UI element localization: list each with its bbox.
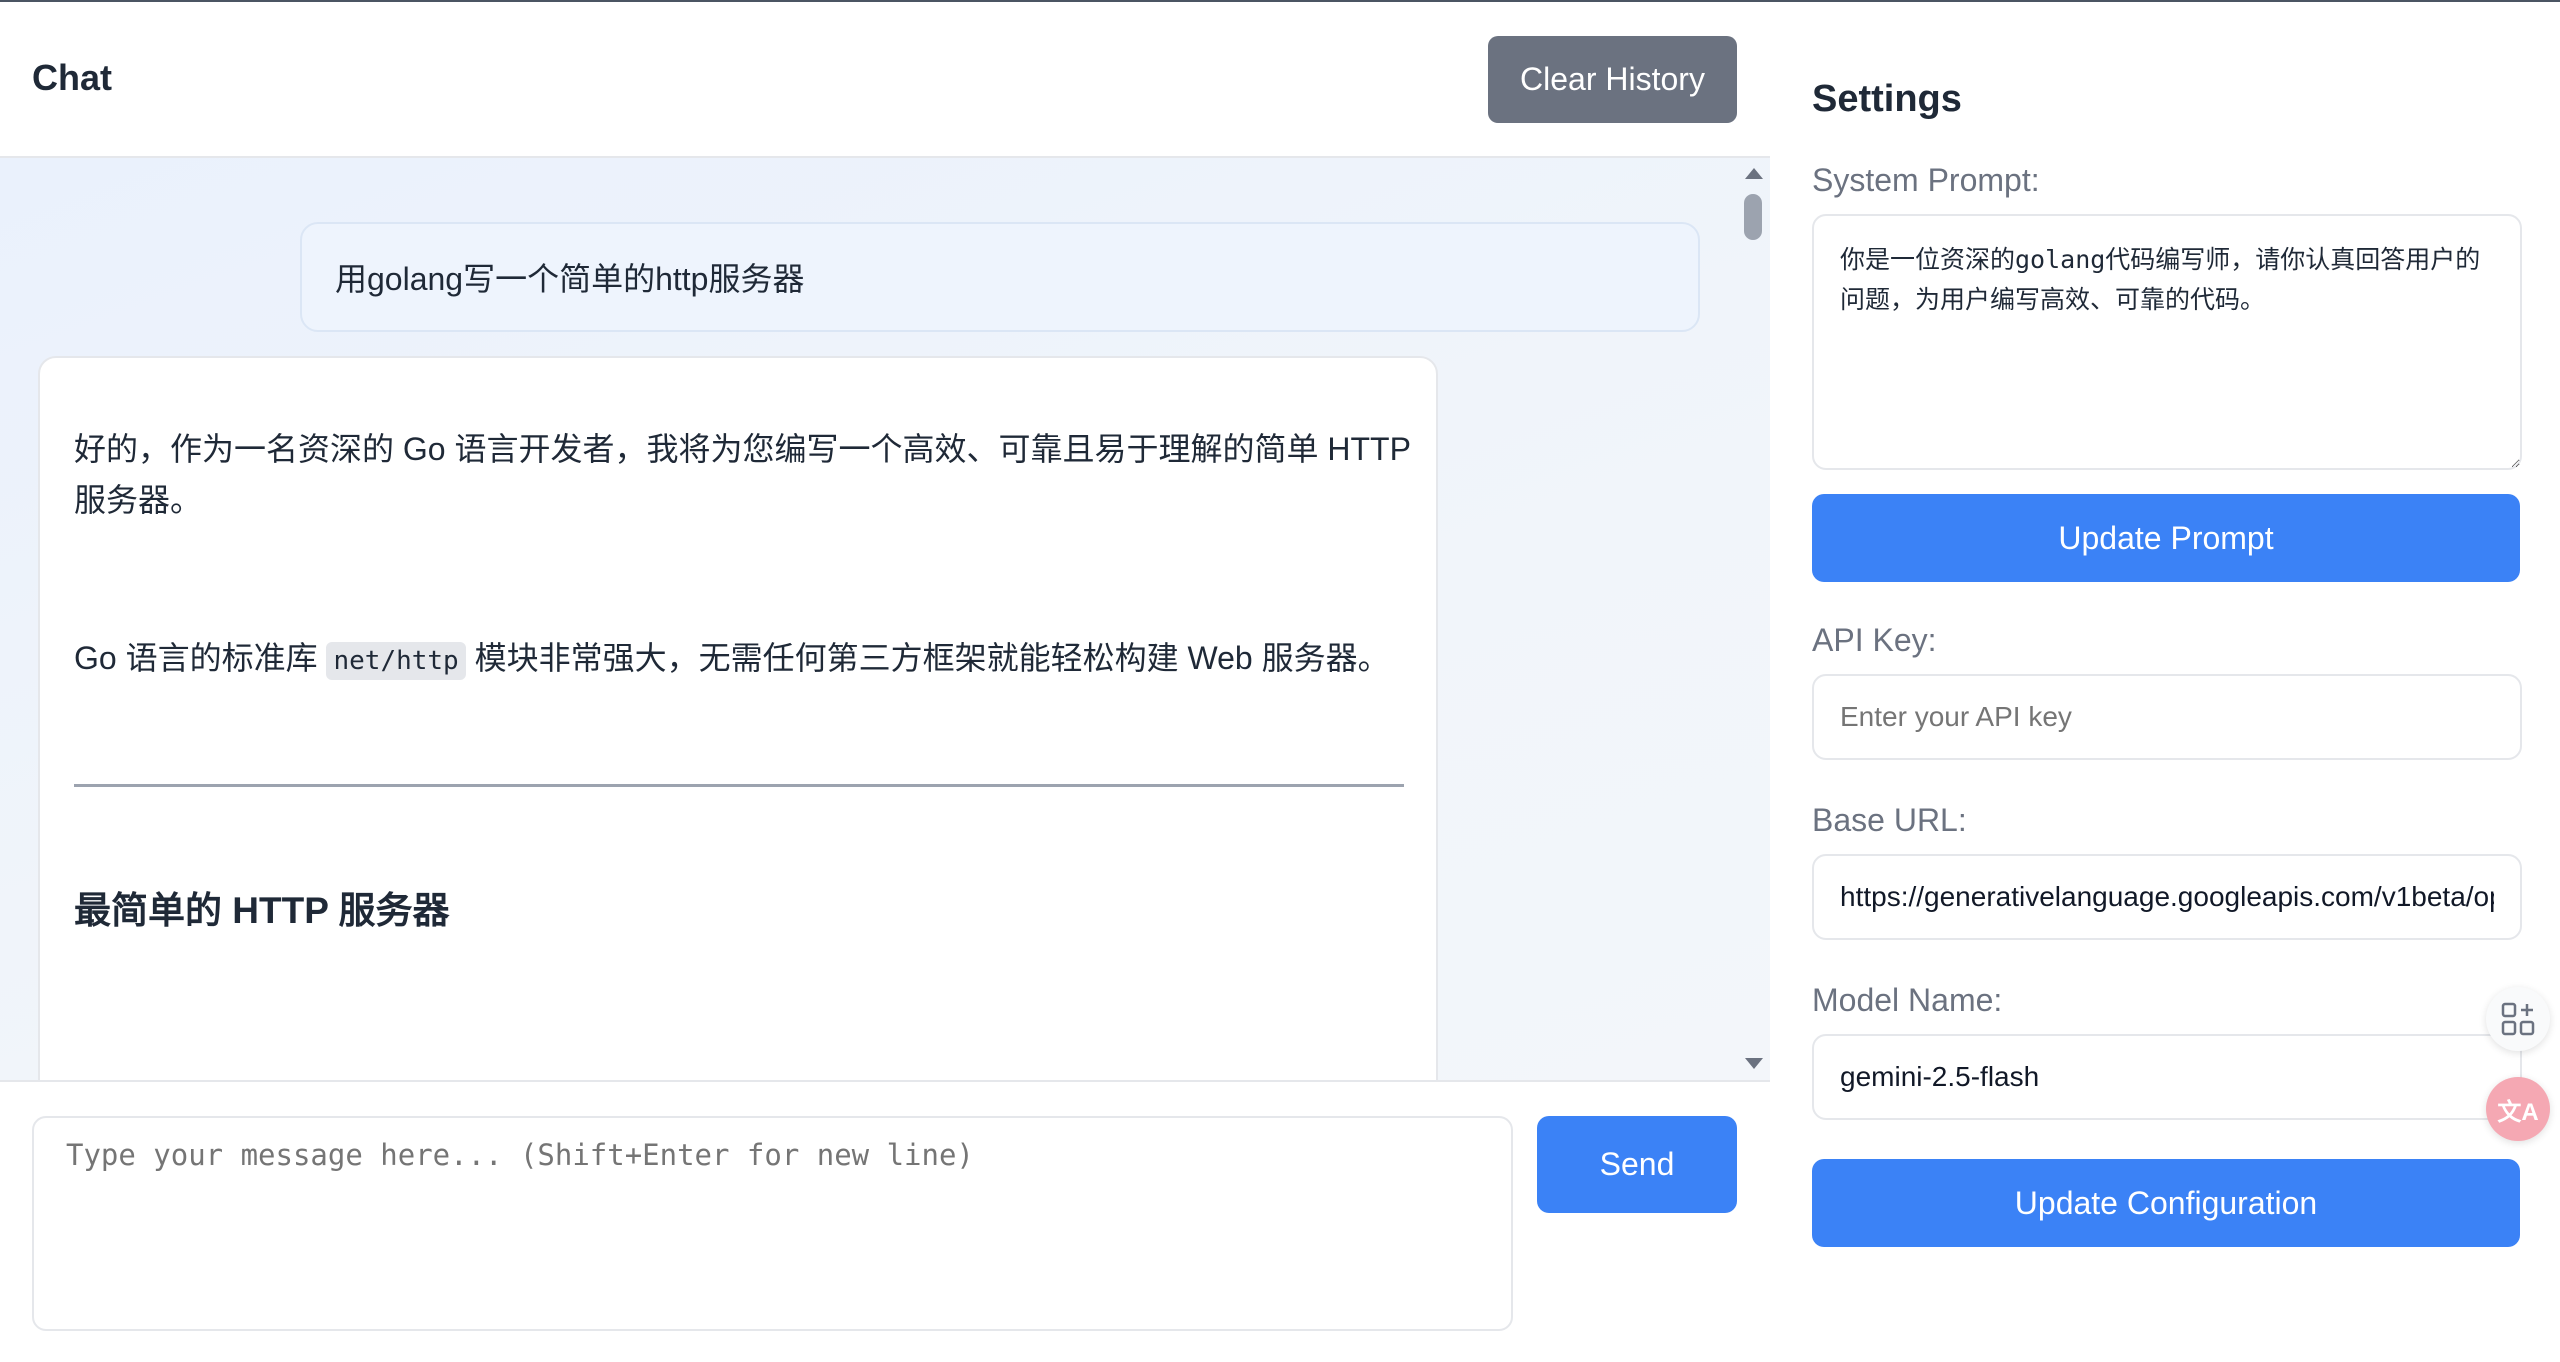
api-key-input[interactable] bbox=[1812, 674, 2522, 760]
update-prompt-button[interactable]: Update Prompt bbox=[1812, 494, 2520, 582]
assistant-paragraph: Go 语言的标准库 net/http 模块非常强大，无需任何第三方框架就能轻松构… bbox=[74, 633, 1414, 687]
assistant-paragraph: 好的，作为一名资深的 Go 语言开发者，我将为您编写一个高效、可靠且易于理解的简… bbox=[74, 431, 1411, 518]
user-message-text: 用golang写一个简单的http服务器 bbox=[335, 261, 805, 297]
base-url-input[interactable] bbox=[1812, 854, 2522, 940]
horizontal-rule bbox=[74, 784, 1404, 787]
assistant-text: 模块非常强大，无需任何第三方框架就能轻松构建 Web 服务器。 bbox=[465, 640, 1390, 676]
system-prompt-textarea[interactable]: 你是一位资深的golang代码编写师，请你认真回答用户的问题，为用户编写高效、可… bbox=[1812, 214, 2522, 470]
chat-input-area: Send bbox=[0, 1080, 1770, 1362]
apps-plus-icon[interactable] bbox=[2486, 987, 2550, 1051]
assistant-message: 好的，作为一名资深的 Go 语言开发者，我将为您编写一个高效、可靠且易于理解的简… bbox=[38, 356, 1438, 1080]
assistant-heading: 最简单的 HTTP 服务器 bbox=[74, 890, 450, 931]
clear-history-button[interactable]: Clear History bbox=[1488, 36, 1737, 123]
assistant-text: Go 语言的标准库 bbox=[74, 640, 327, 676]
chat-panel: Chat Clear History 用golang写一个简单的http服务器 … bbox=[0, 2, 1770, 1362]
model-name-input[interactable] bbox=[1812, 1034, 2522, 1120]
settings-panel: Settings System Prompt: 你是一位资深的golang代码编… bbox=[1772, 2, 2560, 1362]
system-prompt-label: System Prompt: bbox=[1812, 162, 2040, 198]
scroll-up-arrow-icon[interactable] bbox=[1745, 168, 1763, 179]
messages-scrollbar[interactable] bbox=[1736, 158, 1770, 1080]
base-url-label: Base URL: bbox=[1812, 802, 1967, 838]
translate-glyph: 文A bbox=[2497, 1098, 2539, 1126]
message-input[interactable] bbox=[32, 1116, 1513, 1331]
chat-header: Chat Clear History bbox=[0, 2, 1770, 158]
scroll-down-arrow-icon[interactable] bbox=[1745, 1058, 1763, 1069]
user-message: 用golang写一个简单的http服务器 bbox=[300, 222, 1700, 332]
apps-plus-icon-glyph bbox=[2501, 1002, 2535, 1036]
scrollbar-thumb[interactable] bbox=[1744, 194, 1762, 240]
send-button[interactable]: Send bbox=[1537, 1116, 1737, 1213]
model-name-label: Model Name: bbox=[1812, 982, 2003, 1018]
app-root: Chat Clear History 用golang写一个简单的http服务器 … bbox=[0, 0, 2560, 1362]
message-list[interactable]: 用golang写一个简单的http服务器 好的，作为一名资深的 Go 语言开发者… bbox=[0, 158, 1770, 1080]
inline-code: net/http bbox=[326, 642, 466, 680]
update-configuration-button[interactable]: Update Configuration bbox=[1812, 1159, 2520, 1247]
settings-title: Settings bbox=[1812, 78, 1962, 120]
chat-title: Chat bbox=[32, 57, 112, 98]
translate-icon[interactable]: 文A bbox=[2486, 1077, 2550, 1141]
api-key-label: API Key: bbox=[1812, 622, 1937, 658]
